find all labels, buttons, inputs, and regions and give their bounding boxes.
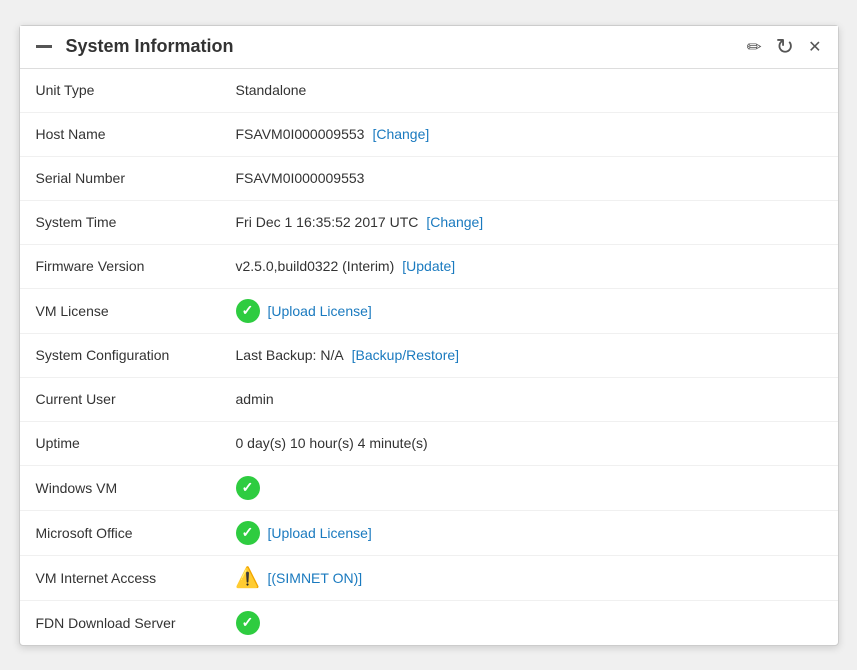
- row-label: Serial Number: [36, 170, 236, 186]
- table-row: VM Internet Access⚠️ [(SIMNET ON)]: [20, 556, 838, 601]
- table-row: System TimeFri Dec 1 16:35:52 2017 UTC [C…: [20, 201, 838, 245]
- system-information-panel: System Information Unit TypeStandaloneHo…: [19, 25, 839, 646]
- header-left: System Information: [36, 36, 234, 57]
- row-value: Standalone: [236, 82, 822, 98]
- table-row: Firmware Versionv2.5.0,build0322 (Interi…: [20, 245, 838, 289]
- table-row: System ConfigurationLast Backup: N/A [Bac…: [20, 334, 838, 378]
- row-label: Current User: [36, 391, 236, 407]
- table-row: Serial NumberFSAVM0I000009553: [20, 157, 838, 201]
- row-value: ✓ [Upload License]: [236, 521, 822, 545]
- check-icon: ✓: [236, 476, 260, 500]
- row-label: System Time: [36, 214, 236, 230]
- table-row: Microsoft Office✓ [Upload License]: [20, 511, 838, 556]
- row-value: Last Backup: N/A [Backup/Restore]: [236, 347, 822, 363]
- table-row: Current Useradmin: [20, 378, 838, 422]
- row-value: FSAVM0I000009553 [Change]: [236, 126, 822, 142]
- panel-title: System Information: [66, 36, 234, 57]
- value-text: FSAVM0I000009553: [236, 126, 365, 142]
- row-label: VM License: [36, 303, 236, 319]
- row-label: Firmware Version: [36, 258, 236, 274]
- check-icon: ✓: [236, 521, 260, 545]
- row-label: System Configuration: [36, 347, 236, 363]
- row-label: FDN Download Server: [36, 615, 236, 631]
- table-row: VM License✓ [Upload License]: [20, 289, 838, 334]
- row-value: Fri Dec 1 16:35:52 2017 UTC [Change]: [236, 214, 822, 230]
- row-value: ✓ [Upload License]: [236, 299, 822, 323]
- check-icon: ✓: [236, 611, 260, 635]
- action-link[interactable]: [Update]: [402, 258, 455, 274]
- edit-button[interactable]: [747, 38, 762, 56]
- row-label: Host Name: [36, 126, 236, 142]
- action-link[interactable]: [Backup/Restore]: [352, 347, 459, 363]
- value-text: 0 day(s) 10 hour(s) 4 minute(s): [236, 435, 428, 451]
- value-text: admin: [236, 391, 274, 407]
- value-text: v2.5.0,build0322 (Interim): [236, 258, 395, 274]
- table-row: Host NameFSAVM0I000009553 [Change]: [20, 113, 838, 157]
- value-text: Fri Dec 1 16:35:52 2017 UTC: [236, 214, 419, 230]
- table-row: Windows VM✓: [20, 466, 838, 511]
- value-text: Last Backup: N/A: [236, 347, 344, 363]
- row-label: Uptime: [36, 435, 236, 451]
- check-icon: ✓: [236, 299, 260, 323]
- row-label: Unit Type: [36, 82, 236, 98]
- row-value: 0 day(s) 10 hour(s) 4 minute(s): [236, 435, 822, 451]
- header-actions: [747, 36, 822, 58]
- row-value: ✓: [236, 476, 822, 500]
- table-row: Uptime0 day(s) 10 hour(s) 4 minute(s): [20, 422, 838, 466]
- row-label: Windows VM: [36, 480, 236, 496]
- action-link[interactable]: [Upload License]: [268, 525, 372, 541]
- row-value: ✓: [236, 611, 822, 635]
- action-link[interactable]: [Upload License]: [268, 303, 372, 319]
- table-row: FDN Download Server✓: [20, 601, 838, 645]
- refresh-button[interactable]: [776, 36, 794, 58]
- value-text: FSAVM0I000009553: [236, 170, 365, 186]
- action-link[interactable]: [Change]: [372, 126, 429, 142]
- table-row: Unit TypeStandalone: [20, 69, 838, 113]
- action-link[interactable]: [Change]: [426, 214, 483, 230]
- value-text: Standalone: [236, 82, 307, 98]
- collapse-dash-icon: [36, 45, 52, 48]
- row-label: VM Internet Access: [36, 570, 236, 586]
- row-value: FSAVM0I000009553: [236, 170, 822, 186]
- row-label: Microsoft Office: [36, 525, 236, 541]
- panel-header: System Information: [20, 26, 838, 69]
- warning-icon: ⚠️: [236, 566, 260, 590]
- row-value: v2.5.0,build0322 (Interim) [Update]: [236, 258, 822, 274]
- action-link[interactable]: [(SIMNET ON)]: [268, 570, 363, 586]
- panel-body: Unit TypeStandaloneHost NameFSAVM0I00000…: [20, 69, 838, 645]
- row-value: ⚠️ [(SIMNET ON)]: [236, 566, 822, 590]
- row-value: admin: [236, 391, 822, 407]
- close-button[interactable]: [808, 37, 821, 56]
